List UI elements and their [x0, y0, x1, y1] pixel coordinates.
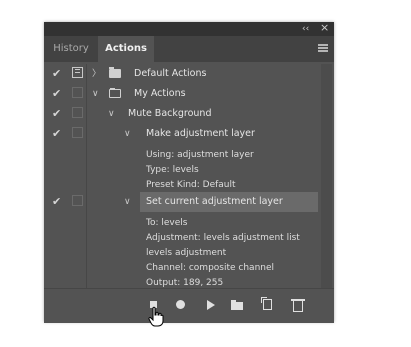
step-label: Make adjustment layer — [146, 128, 255, 139]
action-label: Mute Background — [128, 108, 212, 119]
step-detail: Using: adjustment layer — [146, 150, 254, 160]
tab-history[interactable]: History — [44, 36, 98, 62]
scrollbar[interactable] — [321, 64, 332, 288]
toggle-dialog-icon[interactable] — [72, 195, 83, 206]
tab-actions[interactable]: Actions — [98, 36, 154, 62]
toggle-item-checkmark-icon[interactable]: ✔ — [52, 127, 61, 141]
chevron-down-icon[interactable]: ∨ — [92, 84, 99, 104]
actions-list: ✔ 〉 Default Actions ✔ ∨ My Actions ✔ ∨ M… — [44, 64, 320, 288]
chevron-down-icon[interactable]: ∨ — [108, 104, 115, 124]
action-set-label: My Actions — [134, 88, 186, 99]
toggle-item-checkmark-icon[interactable]: ✔ — [52, 195, 61, 209]
step-detail: Type: levels — [146, 165, 199, 175]
toggle-item-checkmark-icon[interactable]: ✔ — [52, 67, 61, 81]
hand-cursor-icon — [148, 306, 164, 327]
action-set-my-actions[interactable]: ✔ ∨ My Actions — [44, 84, 320, 104]
panel-tabs: History Actions — [44, 36, 334, 62]
panel-title-bar: ‹‹ × — [44, 22, 334, 36]
chevron-down-icon[interactable]: ∨ — [124, 124, 131, 144]
step-set-current-adjustment-layer[interactable]: ✔ ∨ Set current adjustment layer — [44, 192, 320, 212]
step-detail: To: levels — [146, 218, 188, 228]
toggle-dialog-icon[interactable] — [72, 87, 83, 98]
panel-menu-icon[interactable] — [318, 44, 328, 52]
play-icon[interactable] — [202, 297, 218, 313]
chevron-right-icon[interactable]: 〉 — [92, 64, 101, 84]
step-detail: Channel: composite channel — [146, 263, 275, 273]
toggle-dialog-icon[interactable] — [72, 67, 83, 78]
close-panel-icon[interactable]: × — [320, 22, 329, 34]
new-action-icon[interactable] — [260, 297, 276, 313]
actions-panel: ‹‹ × History Actions ✔ 〉 Default Actions… — [44, 22, 334, 323]
folder-open-icon — [109, 88, 121, 98]
actions-toolbar — [44, 288, 334, 323]
trash-icon[interactable] — [290, 297, 306, 313]
step-detail: levels adjustment — [146, 248, 227, 258]
step-detail: Preset Kind: Default — [146, 180, 236, 190]
new-set-icon[interactable] — [230, 297, 246, 313]
toggle-item-checkmark-icon[interactable]: ✔ — [52, 107, 61, 121]
folder-icon — [109, 67, 121, 78]
toggle-dialog-icon[interactable] — [72, 107, 83, 118]
step-label: Set current adjustment layer — [146, 196, 283, 207]
action-set-default-actions[interactable]: ✔ 〉 Default Actions — [44, 64, 320, 84]
record-icon[interactable] — [173, 297, 189, 313]
collapse-panel-icon[interactable]: ‹‹ — [302, 23, 309, 35]
toggle-dialog-icon[interactable] — [72, 127, 83, 138]
step-make-adjustment-layer[interactable]: ✔ ∨ Make adjustment layer — [44, 124, 320, 144]
toggle-item-checkmark-icon[interactable]: ✔ — [52, 87, 61, 101]
action-set-label: Default Actions — [134, 68, 207, 79]
action-mute-background[interactable]: ✔ ∨ Mute Background — [44, 104, 320, 124]
step-detail: Adjustment: levels adjustment list — [146, 233, 300, 243]
chevron-down-icon[interactable]: ∨ — [124, 192, 131, 212]
